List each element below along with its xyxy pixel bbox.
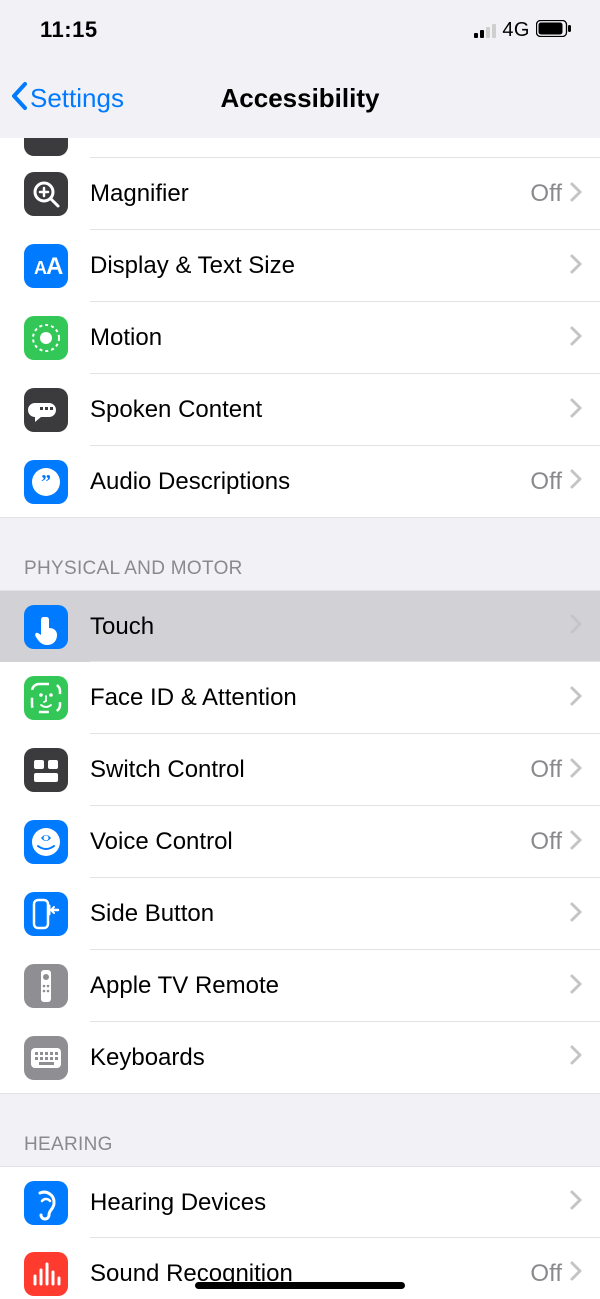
chevron-right-icon xyxy=(570,686,582,711)
row-switch-control[interactable]: Switch ControlOff xyxy=(0,734,600,806)
row-partial-above[interactable] xyxy=(0,138,600,158)
chevron-right-icon xyxy=(570,1045,582,1070)
status-bar: 11:15 4G xyxy=(0,0,600,60)
home-indicator[interactable] xyxy=(195,1282,405,1289)
chevron-right-icon xyxy=(570,758,582,783)
partial-icon xyxy=(24,138,68,156)
row-value: Off xyxy=(530,468,562,496)
status-time: 11:15 xyxy=(40,17,474,43)
chevron-right-icon xyxy=(570,974,582,999)
row-spoken-content[interactable]: Spoken Content xyxy=(0,374,600,446)
chevron-right-icon xyxy=(570,398,582,423)
row-sound-recognition[interactable]: Sound RecognitionOff xyxy=(0,1238,600,1299)
row-value: Off xyxy=(530,828,562,856)
quote-icon xyxy=(24,460,68,504)
sound-icon xyxy=(24,1252,68,1296)
faceid-icon xyxy=(24,676,68,720)
spoken-icon xyxy=(24,388,68,432)
signal-strength-icon xyxy=(474,22,496,38)
row-tv-remote[interactable]: Apple TV Remote xyxy=(0,950,600,1022)
chevron-right-icon xyxy=(570,326,582,351)
row-label: Touch xyxy=(90,613,570,641)
row-label: Keyboards xyxy=(90,1044,570,1072)
row-label: Side Button xyxy=(90,900,570,928)
chevron-right-icon xyxy=(570,254,582,279)
chevron-right-icon xyxy=(570,1190,582,1215)
chevron-right-icon xyxy=(570,614,582,639)
section-header-hearing: HEARING xyxy=(0,1094,600,1166)
remote-icon xyxy=(24,964,68,1008)
row-label: Magnifier xyxy=(90,180,530,208)
chevron-right-icon xyxy=(570,902,582,927)
row-label: Apple TV Remote xyxy=(90,972,570,1000)
row-label: Audio Descriptions xyxy=(90,468,530,496)
row-label: Motion xyxy=(90,324,570,352)
back-button[interactable]: Settings xyxy=(10,60,124,137)
touch-icon xyxy=(24,605,68,649)
chevron-right-icon xyxy=(570,182,582,207)
switch-icon xyxy=(24,748,68,792)
row-keyboards[interactable]: Keyboards xyxy=(0,1022,600,1094)
side-button-icon xyxy=(24,892,68,936)
row-value: Off xyxy=(530,756,562,784)
keyboard-icon xyxy=(24,1036,68,1080)
row-value: Off xyxy=(530,1260,562,1288)
row-value: Off xyxy=(530,180,562,208)
settings-scroll[interactable]: MagnifierOffDisplay & Text SizeMotionSpo… xyxy=(0,138,600,1299)
row-label: Face ID & Attention xyxy=(90,684,570,712)
row-display-text[interactable]: Display & Text Size xyxy=(0,230,600,302)
nav-bar: Settings Accessibility xyxy=(0,60,600,138)
row-motion[interactable]: Motion xyxy=(0,302,600,374)
network-type: 4G xyxy=(502,19,530,42)
voice-icon xyxy=(24,820,68,864)
chevron-right-icon xyxy=(570,469,582,494)
text-size-icon xyxy=(24,244,68,288)
row-label: Switch Control xyxy=(90,756,530,784)
battery-icon xyxy=(536,17,572,43)
row-voice-control[interactable]: Voice ControlOff xyxy=(0,806,600,878)
row-magnifier[interactable]: MagnifierOff xyxy=(0,158,600,230)
row-label: Voice Control xyxy=(90,828,530,856)
row-side-button[interactable]: Side Button xyxy=(0,878,600,950)
magnifier-icon xyxy=(24,172,68,216)
motion-icon xyxy=(24,316,68,360)
row-audio-descriptions[interactable]: Audio DescriptionsOff xyxy=(0,446,600,518)
chevron-left-icon xyxy=(10,81,28,117)
row-label: Display & Text Size xyxy=(90,252,570,280)
ear-icon xyxy=(24,1181,68,1225)
row-faceid[interactable]: Face ID & Attention xyxy=(0,662,600,734)
row-touch[interactable]: Touch xyxy=(0,590,600,662)
chevron-right-icon xyxy=(570,830,582,855)
section-header-physical: PHYSICAL AND MOTOR xyxy=(0,518,600,590)
back-label: Settings xyxy=(30,83,124,114)
chevron-right-icon xyxy=(570,1261,582,1286)
row-label: Spoken Content xyxy=(90,396,570,424)
row-label: Hearing Devices xyxy=(90,1189,570,1217)
row-hearing-devices[interactable]: Hearing Devices xyxy=(0,1166,600,1238)
